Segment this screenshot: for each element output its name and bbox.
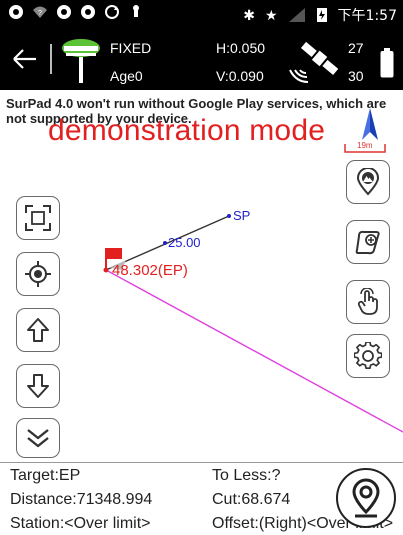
correction-age: Age0 xyxy=(110,68,143,84)
horizontal-precision: H:0.050 xyxy=(216,40,266,56)
fullscreen-icon xyxy=(25,205,51,231)
collapse-toolbar-button[interactable] xyxy=(16,418,60,458)
satellite-icon[interactable] xyxy=(286,38,342,84)
receiver-battery-icon xyxy=(380,48,394,78)
pinwheel-icon xyxy=(57,5,71,19)
usb-icon xyxy=(133,5,139,17)
hand-tap-icon xyxy=(357,288,378,315)
map-add-icon xyxy=(355,230,380,255)
settings-button[interactable] xyxy=(346,334,390,378)
to-less-text: To Less:? xyxy=(212,467,281,484)
vertical-precision: V:0.090 xyxy=(216,68,264,84)
satellites-used: 27 xyxy=(348,40,364,56)
gear-icon xyxy=(354,342,382,370)
double-chevron-down-icon xyxy=(27,429,49,448)
previous-point-button[interactable] xyxy=(16,308,60,352)
app-header: FIXED Age0 H:0.050 V:0.090 27 30 xyxy=(0,28,403,90)
svg-text:?: ? xyxy=(38,10,42,17)
target-text: Target:EP xyxy=(10,467,81,484)
status-icons-left: ? xyxy=(8,4,144,20)
cut-text: Cut:68.674 xyxy=(212,491,291,508)
touch-select-button[interactable] xyxy=(346,280,390,324)
sp-point[interactable] xyxy=(227,214,231,218)
bluetooth-icon: ✱ xyxy=(243,6,255,23)
wifi-question-icon: ? xyxy=(33,6,47,18)
satellites-total: 30 xyxy=(348,68,364,84)
pinwheel-icon xyxy=(9,5,23,19)
station-text: Station:<Over limit> xyxy=(10,515,151,532)
star-icon: ★ xyxy=(264,6,278,23)
gnss-receiver-icon[interactable] xyxy=(60,38,102,84)
arrow-down-icon xyxy=(27,374,49,398)
ep-label: 48.302(EP) xyxy=(112,262,188,279)
add-map-button[interactable] xyxy=(346,220,390,264)
crosshair-icon xyxy=(25,261,51,287)
sync-icon xyxy=(105,5,119,19)
map-layer-button[interactable] xyxy=(346,160,390,204)
distance-text: Distance:71348.994 xyxy=(10,491,153,508)
locate-point-button[interactable] xyxy=(336,468,396,528)
next-point-button[interactable] xyxy=(16,364,60,408)
clock: 下午1:57 xyxy=(337,8,397,24)
arrow-up-icon xyxy=(27,318,49,342)
scale-label: 19m xyxy=(357,141,373,150)
north-arrow-icon xyxy=(362,108,378,140)
zoom-extent-button[interactable] xyxy=(16,196,60,240)
back-arrow-icon[interactable] xyxy=(12,48,38,70)
mid-point[interactable] xyxy=(163,241,167,245)
fix-status: FIXED xyxy=(110,40,152,56)
map-pin-icon xyxy=(352,478,380,518)
pinwheel-icon xyxy=(81,5,95,19)
map-pin-mountain-icon xyxy=(356,168,380,196)
signal-icon xyxy=(288,8,305,22)
header-divider xyxy=(50,44,52,74)
status-bar: ? ✱ ★ 下午1:57 xyxy=(0,0,403,28)
mid-label: 25.00 xyxy=(168,235,201,250)
battery-charging-icon xyxy=(316,8,327,22)
center-location-button[interactable] xyxy=(16,252,60,296)
status-icons-right: ✱ ★ 下午1:57 xyxy=(243,5,397,25)
demonstration-mode-watermark: demonstration mode xyxy=(48,114,326,147)
sp-label: SP xyxy=(233,208,250,223)
